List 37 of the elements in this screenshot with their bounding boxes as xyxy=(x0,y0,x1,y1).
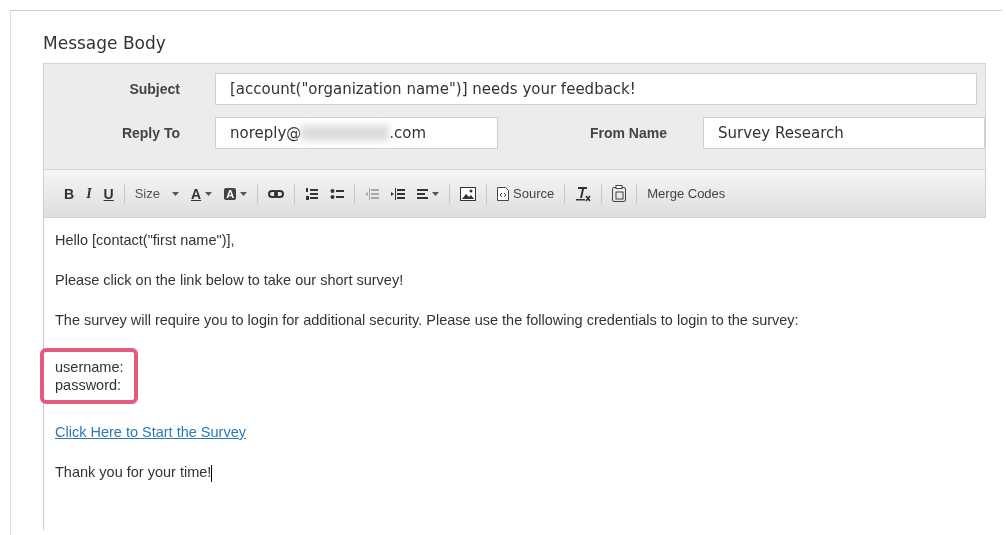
caret-icon xyxy=(240,191,248,196)
from-name-field[interactable]: Survey Research xyxy=(703,117,985,149)
bullet-list-icon xyxy=(330,187,345,200)
source-button[interactable]: Source xyxy=(491,184,561,203)
caret-icon xyxy=(172,191,179,196)
caret-icon xyxy=(205,191,213,196)
paragraph: Please click on the link below to take our short survey! xyxy=(55,271,404,290)
text-cursor xyxy=(211,464,213,482)
reply-to-field[interactable]: noreply@ .com xyxy=(215,117,498,149)
survey-link[interactable]: Click Here to Start the Survey xyxy=(55,424,246,440)
merge-codes-button[interactable]: Merge Codes xyxy=(641,184,732,203)
bold-button[interactable]: B xyxy=(58,183,81,204)
numbered-list-icon xyxy=(305,186,319,201)
text-color-button[interactable]: A xyxy=(185,183,219,204)
clear-formatting-icon xyxy=(575,185,592,202)
field-label: From Name xyxy=(588,125,667,141)
credential-label: password: xyxy=(55,376,123,394)
caret-icon xyxy=(432,191,440,196)
align-left-icon xyxy=(417,186,429,201)
italic-button[interactable]: I xyxy=(80,183,98,204)
outdent-icon xyxy=(365,186,380,201)
image-icon xyxy=(460,186,477,201)
document-code-icon xyxy=(497,186,510,201)
link-icon xyxy=(268,188,285,199)
paragraph: Hello [contact("first name")], xyxy=(55,231,235,250)
size-dropdown[interactable]: Size xyxy=(128,184,185,203)
field-label: Reply To xyxy=(120,125,180,141)
credential-label: username: xyxy=(55,358,124,376)
background-color-button[interactable]: A xyxy=(218,185,254,202)
subject-field[interactable]: [account("organization name")] needs your feedback! xyxy=(215,73,977,105)
paragraph: Thank you for your time! xyxy=(55,463,213,482)
section-title: Message Body xyxy=(43,33,167,55)
underline-button[interactable]: U xyxy=(97,183,120,204)
indent-icon xyxy=(391,186,406,201)
field-label: Subject xyxy=(128,81,180,97)
paragraph: The survey will require you to login for additional security. Please use the following credentials to login to the survey: xyxy=(55,311,799,330)
clipboard-icon xyxy=(612,185,627,202)
